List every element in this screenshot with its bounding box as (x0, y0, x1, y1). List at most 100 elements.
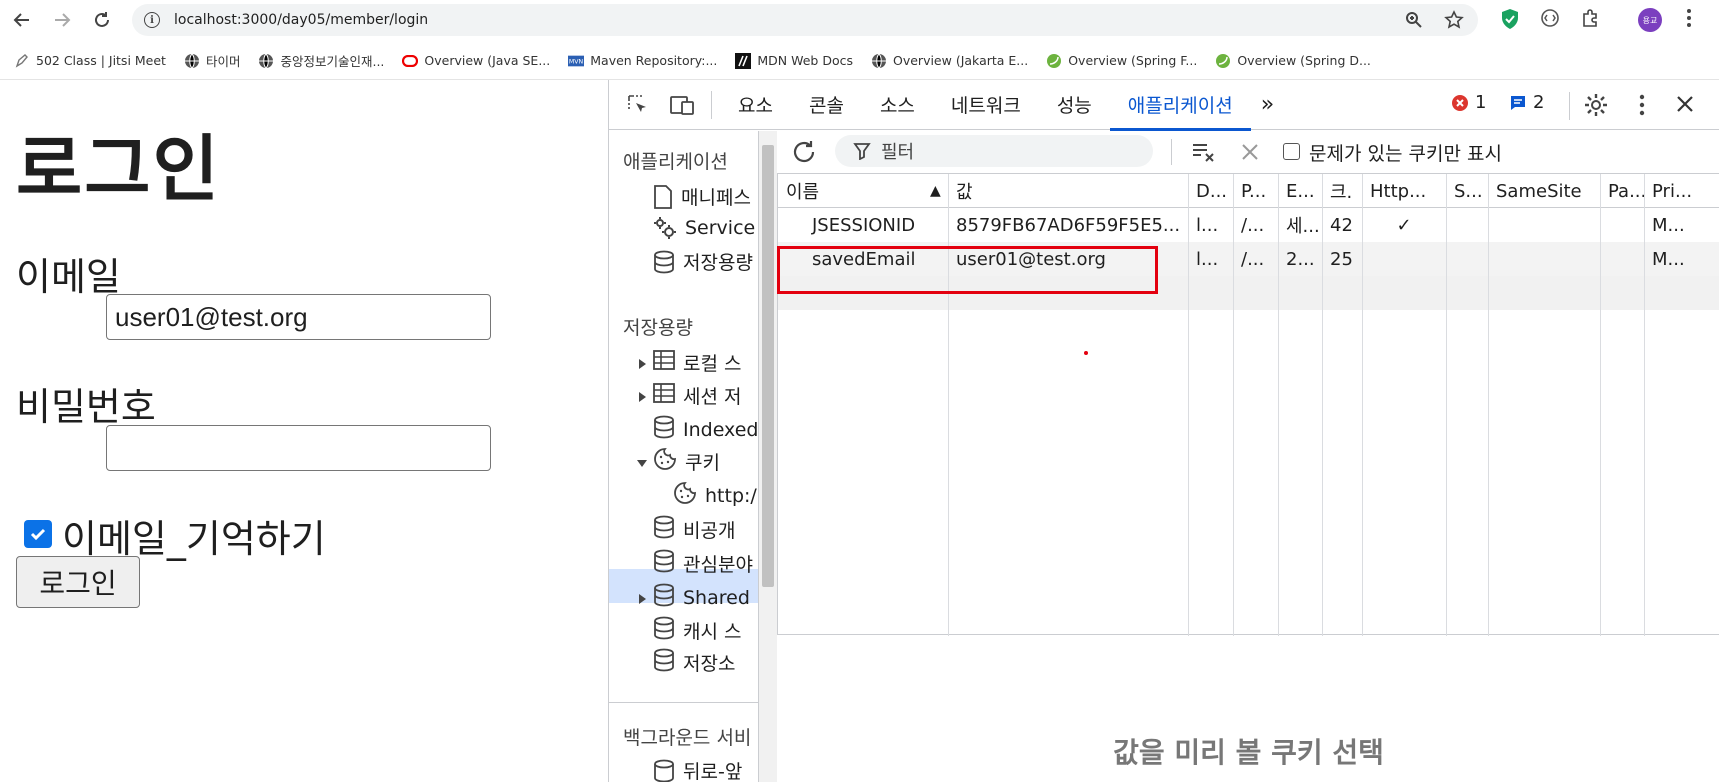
devtools-menu-icon[interactable] (1639, 94, 1645, 120)
maven-icon: MVN (568, 53, 585, 69)
sidebar-item-storage-7[interactable]: Shared (637, 583, 750, 612)
mdn-icon (735, 52, 752, 69)
error-counter[interactable]: 1 (1451, 92, 1486, 113)
tab-devtools-4[interactable]: 성능 (1039, 80, 1110, 130)
column-header-3[interactable]: P... (1233, 174, 1278, 208)
close-devtools-icon[interactable] (1675, 94, 1695, 118)
sidebar-item-label: 캐시 스 (683, 621, 742, 643)
more-tabs-button[interactable]: » (1251, 80, 1284, 130)
settings-gear-icon[interactable] (1583, 92, 1609, 122)
table-row[interactable]: JSESSIONID 8579FB67AD6F59F5E5... l... /... 세… (778, 208, 1719, 242)
sidebar-item-storage-6[interactable]: 관심분야 (653, 549, 753, 578)
sidebar-scrollbar-thumb[interactable] (762, 145, 774, 587)
bookmark-item[interactable]: 중앙정보기술인재... (258, 51, 384, 70)
database-icon (653, 549, 675, 578)
column-header-1[interactable]: 값 (948, 174, 1188, 208)
login-button[interactable]: 로그인 (16, 556, 140, 608)
tab-devtools-2[interactable]: 소스 (862, 80, 933, 130)
inspect-element-icon[interactable] (621, 94, 655, 115)
column-header-10[interactable]: Pri... (1644, 174, 1719, 208)
only-issues-label[interactable]: 문제가 있는 쿠키만 표시 (1309, 139, 1502, 166)
site-info-icon[interactable]: i (144, 12, 160, 28)
address-bar[interactable]: i localhost:3000/day05/member/login (132, 4, 1478, 36)
expand-right-icon[interactable] (637, 352, 646, 374)
column-header-8[interactable]: SameSite (1488, 174, 1600, 208)
cell-priority: M... (1652, 214, 1685, 236)
expand-down-icon[interactable] (637, 451, 647, 473)
refresh-icon[interactable] (791, 139, 817, 169)
bookmark-item[interactable]: 타이머 (184, 51, 240, 70)
bookmark-star-icon[interactable] (1444, 10, 1464, 30)
sidebar-item-storage-5[interactable]: 비공개 (653, 515, 735, 544)
bookmark-item[interactable]: MDN Web Docs (735, 52, 853, 69)
sidebar-item-storage-9[interactable]: 저장소 (653, 648, 735, 677)
puzzle-extensions-icon[interactable] (1580, 8, 1600, 28)
column-header-7[interactable]: S... (1446, 174, 1488, 208)
database-icon (653, 616, 675, 645)
email-input[interactable]: user01@test.org (106, 294, 491, 340)
reload-icon[interactable] (84, 2, 120, 38)
devtools-tab-bar: 요소 콘솔 소스 네트워크 성능 애플리케이션 » 1 2 (609, 80, 1719, 131)
cell-size: 25 (1330, 248, 1353, 270)
browser-menu-icon[interactable] (1686, 8, 1692, 28)
bookmark-label: Overview (Spring D... (1237, 53, 1371, 68)
back-icon[interactable] (4, 2, 40, 38)
browser-toolbar: i localhost:3000/day05/member/login 용교 (0, 0, 1719, 40)
tab-devtools-0[interactable]: 요소 (720, 80, 791, 130)
sidebar-item-storage-8[interactable]: 캐시 스 (653, 616, 741, 645)
column-header-4[interactable]: E... (1278, 174, 1322, 208)
password-input[interactable] (106, 425, 491, 471)
cell-samesite (1488, 242, 1600, 276)
message-counter[interactable]: 2 (1509, 92, 1544, 113)
column-header-9[interactable]: Pa... (1600, 174, 1644, 208)
delete-selected-icon[interactable] (1241, 143, 1259, 165)
sidebar-item-label: 쿠키 (685, 452, 720, 474)
forward-icon[interactable] (44, 2, 80, 38)
bookmark-item[interactable]: Overview (Spring D... (1215, 53, 1371, 69)
bookmark-item[interactable]: Overview (Java SE... (402, 53, 550, 69)
remember-email-checkbox[interactable] (24, 520, 52, 548)
sidebar-item-storage[interactable]: 저장용량 (653, 248, 753, 275)
column-header-5[interactable]: 크. (1322, 174, 1362, 208)
shield-extension-icon[interactable] (1500, 8, 1520, 30)
remember-email-label[interactable]: 이메일_기억하기 (62, 508, 326, 563)
database-icon (654, 759, 674, 782)
expand-right-icon[interactable] (637, 587, 646, 609)
cell-expires: 2... (1286, 248, 1315, 270)
cell-path: /... (1241, 214, 1265, 236)
sidebar-item-storage-0[interactable]: 로컬 스 (637, 349, 741, 376)
column-header-6[interactable]: Http... (1362, 174, 1446, 208)
clear-filtered-cookies-icon[interactable] (1191, 141, 1217, 167)
tab-devtools-5[interactable]: 애플리케이션 (1109, 80, 1251, 131)
bookmark-item[interactable]: 502 Class | Jitsi Meet (14, 53, 166, 69)
sidebar-item-storage-3[interactable]: 쿠키 (637, 447, 720, 476)
spring-icon (1215, 53, 1231, 69)
device-toolbar-icon[interactable] (663, 95, 703, 115)
filter-input[interactable]: 필터 (835, 135, 1153, 167)
profile-avatar[interactable]: 용교 (1638, 8, 1662, 32)
bookmark-item[interactable]: Overview (Jakarta E... (871, 53, 1028, 69)
sidebar-item-storage-1[interactable]: 세션 저 (637, 382, 741, 409)
bookmark-label: 중앙정보기술인재... (280, 54, 385, 69)
bookmark-item[interactable]: Overview (Spring F... (1046, 53, 1197, 69)
expand-right-icon[interactable] (637, 385, 646, 407)
cookie-icon (673, 481, 697, 510)
sidebar-item-label: 관심분야 (683, 554, 753, 576)
cell-path: /... (1241, 248, 1265, 270)
zoom-icon[interactable] (1404, 10, 1424, 30)
tab-devtools-1[interactable]: 콘솔 (791, 80, 862, 130)
sidebar-item-manifest[interactable]: 매니페스 (653, 183, 751, 210)
sidebar-item-label: Shared (683, 586, 750, 609)
extension-circle-icon[interactable] (1540, 8, 1560, 28)
cell-expires: 세... (1286, 216, 1320, 237)
sidebar-item-storage-2[interactable]: Indexed (653, 415, 758, 444)
sidebar-item-label: 비공개 (683, 520, 736, 542)
sidebar-item-back-forward-cache[interactable]: 뒤로-앞 (653, 757, 742, 782)
tab-devtools-3[interactable]: 네트워크 (933, 80, 1039, 130)
column-header-2[interactable]: D... (1188, 174, 1233, 208)
bookmark-item[interactable]: MVN Maven Repository:... (568, 53, 717, 69)
only-issues-checkbox[interactable] (1283, 143, 1300, 160)
sidebar-item-storage-4[interactable]: http:/ (673, 481, 757, 510)
sidebar-item-service-workers[interactable]: Service (653, 216, 755, 240)
cell-value: 8579FB67AD6F59F5E5... (956, 214, 1181, 236)
